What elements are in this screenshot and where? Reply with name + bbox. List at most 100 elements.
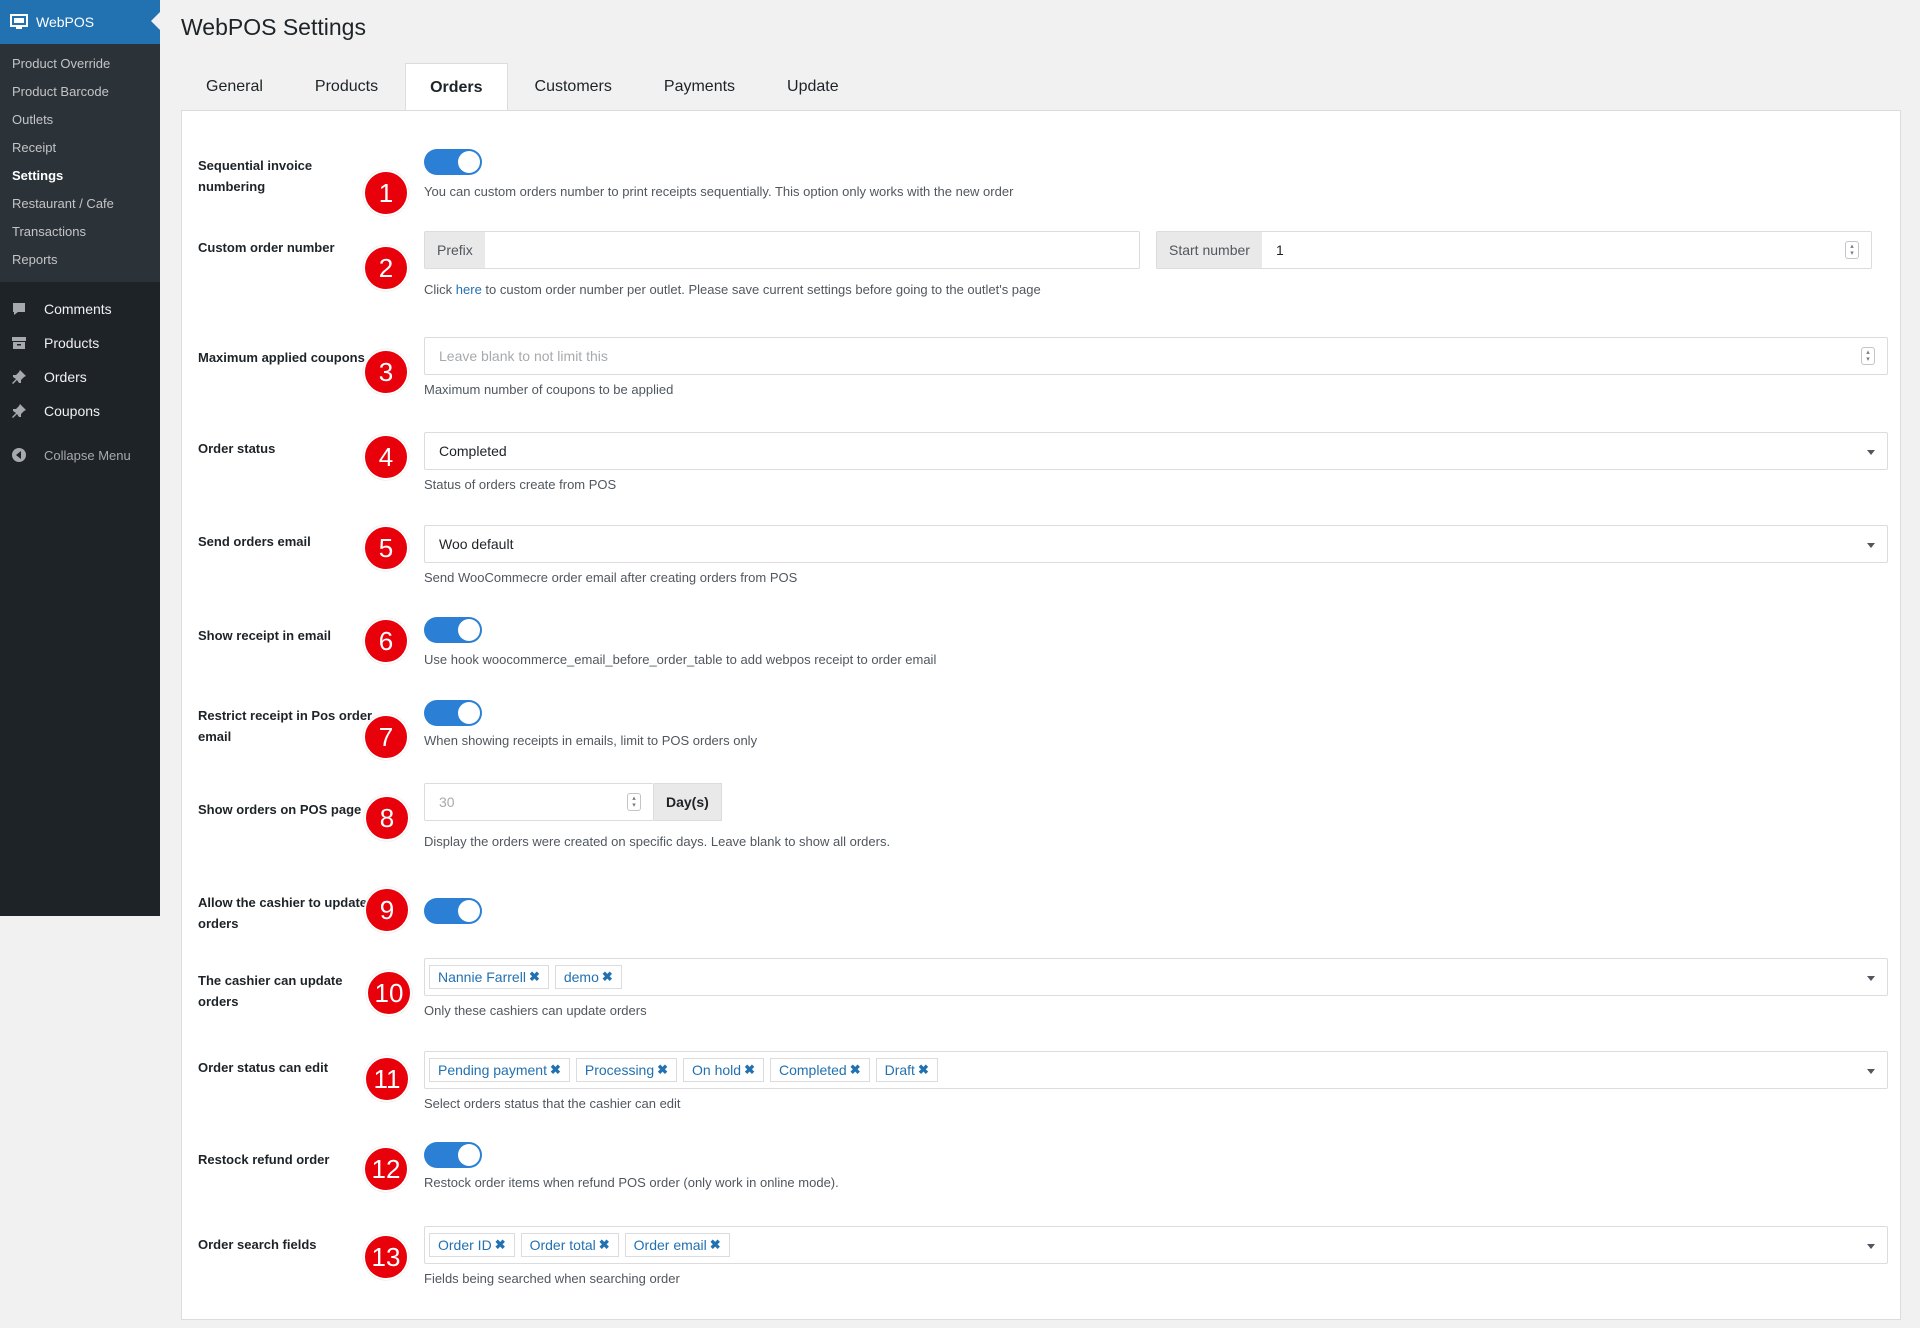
setting-description: When showing receipts in emails, limit t…	[424, 733, 758, 748]
collapse-menu-button[interactable]: Collapse Menu	[0, 438, 160, 472]
sequential-invoice-toggle[interactable]	[424, 149, 482, 175]
annotation-badge-6: 6	[363, 618, 409, 664]
input-placeholder: 30	[439, 794, 455, 810]
tag-chip[interactable]: Processing ✖	[575, 1058, 678, 1082]
order-status-select[interactable]: Completed	[424, 432, 1888, 470]
toggle-knob	[458, 702, 480, 724]
remove-tag-icon[interactable]: ✖	[602, 969, 613, 985]
sidebar-item-settings[interactable]: Settings	[0, 162, 160, 190]
remove-tag-icon[interactable]: ✖	[744, 1062, 755, 1078]
sidebar-item-product-barcode[interactable]: Product Barcode	[0, 78, 160, 106]
tag-chip[interactable]: On hold ✖	[683, 1058, 764, 1082]
setting-label: Allow the cashier to update orders	[198, 895, 368, 931]
tab-orders[interactable]: Orders	[405, 63, 508, 111]
sidebar-item-webpos[interactable]: WebPOS	[0, 0, 160, 44]
remove-tag-icon[interactable]: ✖	[599, 1237, 610, 1253]
setting-description: Click here to custom order number per ou…	[424, 282, 1041, 297]
sidebar-item-coupons[interactable]: Coupons	[0, 394, 160, 428]
sidebar-item-comments[interactable]: Comments	[0, 292, 160, 326]
start-number-addon: Start number	[1157, 232, 1262, 268]
archive-icon	[10, 334, 28, 352]
tag-chip[interactable]: Order ID ✖	[429, 1233, 515, 1257]
tag-chip[interactable]: Nannie Farrell ✖	[429, 965, 549, 989]
cashiers-multiselect[interactable]: Nannie Farrell ✖ demo ✖	[424, 958, 1888, 996]
number-stepper-icon[interactable]: ▴ ▾	[1861, 347, 1875, 365]
annotation-badge-11: 11	[364, 1056, 410, 1102]
sidebar-submenu: Product Override Product Barcode Outlets…	[0, 44, 160, 282]
tag-chip[interactable]: Order total ✖	[520, 1233, 619, 1257]
prefix-field[interactable]: Prefix	[424, 231, 1140, 269]
collapse-arrow-icon	[10, 446, 28, 464]
selected-value: Woo default	[439, 536, 514, 552]
input-placeholder: Leave blank to not limit this	[439, 348, 608, 364]
page-title: WebPOS Settings	[181, 14, 366, 40]
prefix-addon: Prefix	[425, 232, 485, 268]
settings-panel: Sequential invoice numbering You can cus…	[181, 110, 1901, 1320]
annotation-badge-8: 8	[364, 795, 410, 841]
number-stepper-icon[interactable]: ▴ ▾	[1845, 241, 1859, 259]
tab-general[interactable]: General	[181, 62, 288, 110]
setting-description: Use hook woocommerce_email_before_order_…	[424, 652, 937, 667]
annotation-badge-4: 4	[363, 434, 409, 480]
tag-chip[interactable]: demo ✖	[554, 965, 622, 989]
remove-tag-icon[interactable]: ✖	[657, 1062, 668, 1078]
number-stepper-icon[interactable]: ▴ ▾	[627, 793, 641, 811]
sidebar-item-product-override[interactable]: Product Override	[0, 50, 160, 78]
tag-chip[interactable]: Draft ✖	[875, 1058, 938, 1082]
setting-description: Status of orders create from POS	[424, 477, 617, 492]
start-number-field[interactable]: Start number 1 ▴ ▾	[1156, 231, 1872, 269]
show-orders-days-input[interactable]: 30 ▴ ▾	[424, 783, 654, 821]
search-fields-multiselect[interactable]: Order ID ✖ Order total ✖ Order email ✖	[424, 1226, 1888, 1264]
sidebar-item-label: Comments	[44, 301, 112, 317]
remove-tag-icon[interactable]: ✖	[550, 1062, 561, 1078]
setting-description: Fields being searched when searching ord…	[424, 1271, 680, 1286]
settings-tabs: General Products Orders Customers Paymen…	[181, 62, 866, 111]
tag-chip[interactable]: Completed ✖	[770, 1058, 870, 1082]
remove-tag-icon[interactable]: ✖	[850, 1062, 861, 1078]
dropdown-caret-icon	[1867, 450, 1875, 455]
monitor-icon	[10, 13, 28, 31]
dropdown-caret-icon	[1867, 976, 1875, 981]
tab-update[interactable]: Update	[762, 62, 864, 110]
tag-chip[interactable]: Pending payment ✖	[429, 1058, 570, 1082]
setting-description: Select orders status that the cashier ca…	[424, 1096, 681, 1111]
orders-email-select[interactable]: Woo default	[424, 525, 1888, 563]
restock-refund-toggle[interactable]	[424, 1142, 482, 1168]
outlet-order-number-link[interactable]: here	[456, 282, 482, 297]
toggle-knob	[458, 151, 480, 173]
sidebar-item-transactions[interactable]: Transactions	[0, 218, 160, 246]
remove-tag-icon[interactable]: ✖	[529, 969, 540, 985]
setting-description: Display the orders were created on speci…	[424, 834, 891, 849]
restrict-receipt-toggle[interactable]	[424, 700, 482, 726]
tag-chip[interactable]: Order email ✖	[624, 1233, 730, 1257]
annotation-badge-7: 7	[363, 714, 409, 760]
allow-cashier-update-toggle[interactable]	[424, 898, 482, 924]
setting-label: Order status can edit	[198, 1060, 329, 1075]
max-coupons-input[interactable]: Leave blank to not limit this ▴ ▾	[424, 337, 1888, 375]
sidebar-item-restaurant[interactable]: Restaurant / Cafe	[0, 190, 160, 218]
sidebar-main-menu: Comments Products Orders Coupons Collaps…	[0, 282, 160, 472]
comment-icon	[10, 300, 28, 318]
sidebar-item-products[interactable]: Products	[0, 326, 160, 360]
start-number-input[interactable]: 1	[1262, 242, 1284, 258]
sidebar-item-outlets[interactable]: Outlets	[0, 106, 160, 134]
tab-customers[interactable]: Customers	[510, 62, 637, 110]
tab-payments[interactable]: Payments	[639, 62, 760, 110]
sidebar-item-orders[interactable]: Orders	[0, 360, 160, 394]
remove-tag-icon[interactable]: ✖	[918, 1062, 929, 1078]
collapse-menu-label: Collapse Menu	[44, 447, 131, 463]
setting-label: Order search fields	[198, 1237, 317, 1252]
remove-tag-icon[interactable]: ✖	[710, 1237, 721, 1253]
remove-tag-icon[interactable]: ✖	[495, 1237, 506, 1253]
dropdown-caret-icon	[1867, 543, 1875, 548]
status-edit-multiselect[interactable]: Pending payment ✖ Processing ✖ On hold ✖ Co…	[424, 1051, 1888, 1089]
show-receipt-email-toggle[interactable]	[424, 617, 482, 643]
sidebar-app-title: WebPOS	[36, 14, 95, 30]
tab-products[interactable]: Products	[290, 62, 403, 110]
sidebar-item-reports[interactable]: Reports	[0, 246, 160, 274]
pin-icon	[10, 402, 28, 420]
annotation-badge-3: 3	[363, 349, 409, 395]
sidebar-item-receipt[interactable]: Receipt	[0, 134, 160, 162]
selected-value: Completed	[439, 443, 507, 459]
pin-icon	[10, 368, 28, 386]
